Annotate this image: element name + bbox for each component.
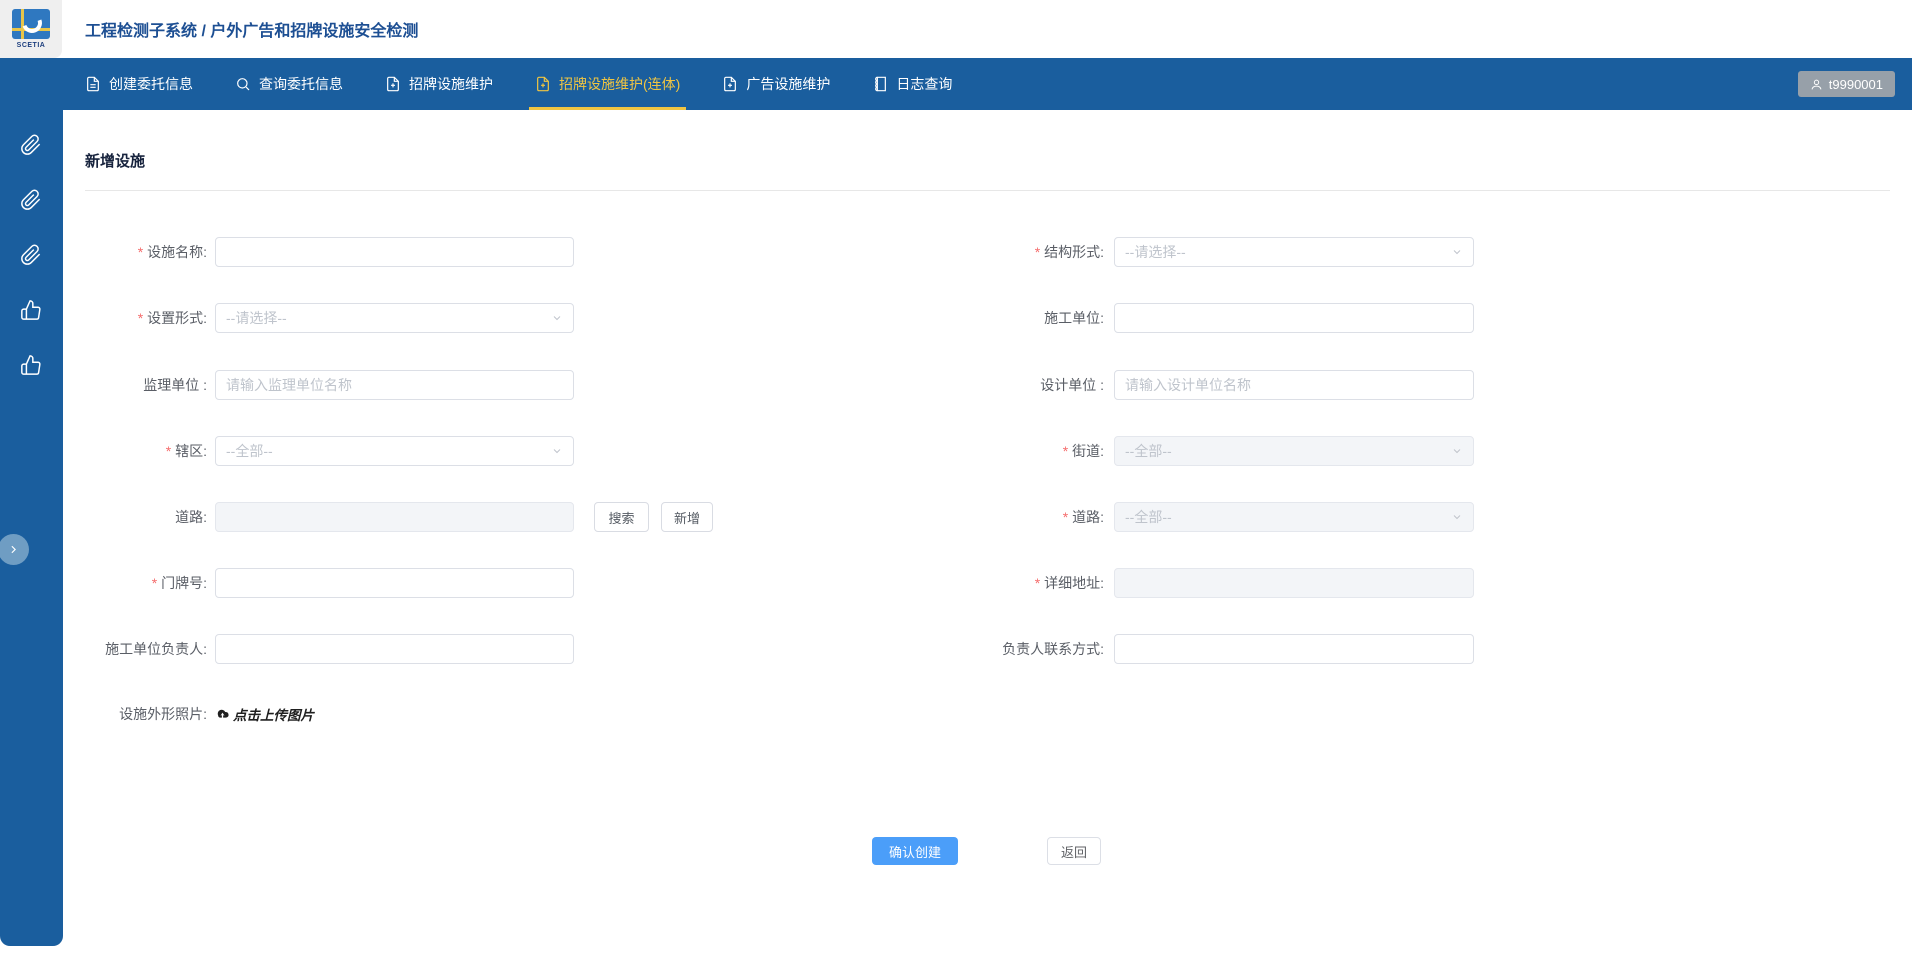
tab-log-query[interactable]: 日志查询 (872, 58, 952, 110)
link-icon[interactable] (20, 189, 42, 211)
divider (85, 190, 1890, 191)
supervision-unit-input[interactable] (215, 370, 574, 400)
supervision-unit-label: 监理单位 : (143, 377, 207, 393)
setup-type-label: 设置形式: (63, 303, 207, 333)
design-unit-label: 设计单位 : (1040, 377, 1104, 393)
photo-upload-link[interactable]: 点击上传图片 (215, 700, 314, 728)
construction-unit-input[interactable] (1114, 303, 1474, 333)
construction-manager-input[interactable] (215, 634, 574, 664)
photo-label: 设施外形照片: (119, 706, 207, 722)
thumb-icon[interactable] (20, 354, 42, 376)
select-placeholder: --请选择-- (1125, 244, 1186, 260)
nav-tabs: 创建委托信息 查询委托信息 招牌设施维护 招牌设施维护(连体) 广告设施维护 日… (85, 58, 952, 110)
top-navbar: 创建委托信息 查询委托信息 招牌设施维护 招牌设施维护(连体) 广告设施维护 日… (0, 58, 1912, 110)
main-content: 新增设施 设施名称: 结构形式: --请选择-- 设置形式: --请选择-- 施… (63, 110, 1912, 954)
detail-address-label: 详细地址: (904, 568, 1104, 598)
user-badge[interactable]: t9990001 (1797, 71, 1895, 97)
construction-unit-label: 施工单位: (1044, 310, 1104, 326)
select-placeholder: --请选择-- (226, 310, 287, 326)
road-label: 道路: (175, 509, 207, 525)
tab-label: 查询委托信息 (259, 76, 343, 92)
document-plus-icon (537, 76, 549, 92)
structure-type-label: 结构形式: (904, 237, 1104, 267)
road-add-button[interactable]: 新增 (661, 502, 713, 532)
thumb-icon[interactable] (20, 299, 42, 321)
structure-type-select[interactable]: --请选择-- (1114, 237, 1474, 267)
tab-label: 日志查询 (896, 76, 953, 92)
tab-label: 招牌设施维护 (409, 76, 493, 92)
tab-query-commission[interactable]: 查询委托信息 (235, 58, 343, 110)
tab-create-commission[interactable]: 创建委托信息 (85, 58, 193, 110)
link-icon[interactable] (20, 244, 42, 266)
header-bar: SCETIA 工程检测子系统 / 户外广告和招牌设施安全检测 (0, 0, 1912, 58)
road-input[interactable] (215, 502, 574, 532)
select-placeholder: --全部-- (1125, 443, 1172, 459)
log-book-icon (875, 76, 887, 92)
district-label: 辖区: (63, 436, 207, 466)
street-select[interactable]: --全部-- (1114, 436, 1474, 466)
left-sidebar (0, 58, 63, 946)
house-number-label: 门牌号: (63, 568, 207, 598)
form-row: 设置形式: --请选择-- 施工单位: (63, 303, 1912, 333)
construction-manager-label: 施工单位负责人: (105, 641, 207, 657)
facility-name-label: 设施名称: (63, 237, 207, 267)
chevron-down-icon (1453, 515, 1461, 520)
setup-type-select[interactable]: --请选择-- (215, 303, 574, 333)
facility-name-input[interactable] (215, 237, 574, 267)
app-window: SCETIA 工程检测子系统 / 户外广告和招牌设施安全检测 创建委托信息 查询… (0, 0, 1912, 954)
detail-address-input[interactable] (1114, 568, 1474, 598)
select-placeholder: --全部-- (226, 443, 273, 459)
tab-label: 招牌设施维护(连体) (559, 76, 681, 92)
page-title: 新增设施 (85, 153, 146, 170)
chevron-right-icon (11, 545, 16, 554)
form-row: 施工单位负责人: 负责人联系方式: (63, 634, 1912, 664)
tab-ad-facility-maintain[interactable]: 广告设施维护 (722, 58, 830, 110)
chevron-down-icon (1453, 449, 1461, 454)
district-select[interactable]: --全部-- (215, 436, 574, 466)
road-select[interactable]: --全部-- (1114, 502, 1474, 532)
link-icon[interactable] (20, 134, 42, 156)
upload-link-text: 点击上传图片 (233, 708, 314, 723)
sidebar-expand-button[interactable] (0, 534, 29, 565)
road-select-label: 道路: (904, 502, 1104, 532)
select-placeholder: --全部-- (1125, 509, 1172, 525)
tab-sign-facility-maintain[interactable]: 招牌设施维护 (385, 58, 493, 110)
username-text: t9990001 (1828, 76, 1883, 92)
street-label: 街道: (904, 436, 1104, 466)
form-actions: 确认创建 返回 (63, 837, 1912, 865)
chevron-down-icon (553, 316, 561, 321)
manager-contact-input[interactable] (1114, 634, 1474, 664)
logo-text: SCETIA (16, 42, 46, 49)
form-row: 道路: 搜索 新增 道路: --全部-- (63, 502, 1912, 532)
document-plus-icon (387, 76, 399, 92)
form-row: 设施名称: 结构形式: --请选择-- (63, 237, 1912, 267)
confirm-create-button[interactable]: 确认创建 (872, 837, 958, 865)
page-breadcrumb-title: 工程检测子系统 / 户外广告和招牌设施安全检测 (85, 23, 419, 40)
tab-sign-facility-maintain-joined[interactable]: 招牌设施维护(连体) (528, 58, 687, 110)
chevron-down-icon (553, 449, 561, 454)
app-logo: SCETIA (0, 0, 62, 58)
logo-icon (12, 9, 50, 39)
tab-label: 广告设施维护 (746, 76, 831, 92)
form-row: 设施外形照片: 点击上传图片 (63, 700, 1912, 728)
manager-contact-label: 负责人联系方式: (1002, 641, 1104, 657)
document-plus-icon (724, 76, 737, 92)
road-search-button[interactable]: 搜索 (594, 502, 649, 532)
search-icon (237, 78, 250, 91)
chevron-down-icon (1453, 250, 1461, 255)
form-row: 辖区: --全部-- 街道: --全部-- (63, 436, 1912, 466)
user-icon (1811, 79, 1822, 89)
tab-label: 创建委托信息 (109, 76, 193, 92)
cloud-upload-icon (217, 709, 229, 718)
design-unit-input[interactable] (1114, 370, 1474, 400)
form-row: 门牌号: 详细地址: (63, 568, 1912, 598)
back-button[interactable]: 返回 (1047, 837, 1101, 865)
document-icon (87, 76, 99, 92)
house-number-input[interactable] (215, 568, 574, 598)
form-row: 监理单位 : 设计单位 : (63, 370, 1912, 400)
